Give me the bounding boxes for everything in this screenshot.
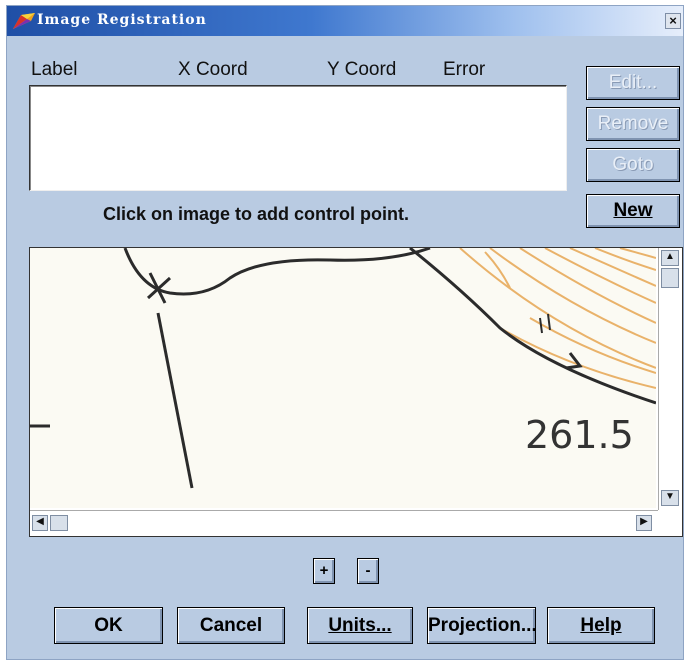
title-bar: Image Registration × <box>7 6 683 36</box>
instruction-text: Click on image to add control point. <box>103 204 410 224</box>
control-point-list[interactable] <box>29 85 567 191</box>
scanned-map-image: 261.5 <box>30 248 656 508</box>
goto-button[interactable]: Goto <box>586 148 680 182</box>
vertical-scrollbar[interactable]: ▲ ▼ <box>658 248 682 510</box>
scroll-right-button[interactable]: ▶ <box>636 515 652 531</box>
cancel-button[interactable]: Cancel <box>177 607 285 644</box>
vertical-scroll-thumb[interactable] <box>661 268 679 288</box>
image-registration-dialog: Image Registration × Label X Coord Y Coo… <box>6 5 684 660</box>
horizontal-scroll-thumb[interactable] <box>50 515 68 531</box>
scroll-up-button[interactable]: ▲ <box>661 250 679 266</box>
column-header-x-coord: X Coord <box>178 59 248 80</box>
new-button[interactable]: New <box>586 194 680 228</box>
remove-button[interactable]: Remove <box>586 107 680 141</box>
image-viewer: 261.5 ▲ ▼ ◀ ▶ <box>29 247 683 537</box>
close-button[interactable]: × <box>665 13 681 29</box>
column-header-error: Error <box>443 59 486 80</box>
elevation-label: 261.5 <box>525 413 634 457</box>
help-button[interactable]: Help <box>547 607 655 644</box>
column-header-label: Label <box>31 59 78 80</box>
projection-button[interactable]: Projection... <box>427 607 536 644</box>
horizontal-scrollbar[interactable]: ◀ ▶ <box>30 510 658 535</box>
zoom-in-button[interactable]: + <box>313 558 335 584</box>
zoom-out-button[interactable]: - <box>357 558 379 584</box>
map-image-canvas[interactable]: 261.5 <box>30 248 656 508</box>
edit-button[interactable]: Edit... <box>586 66 680 100</box>
window-title: Image Registration <box>37 12 207 28</box>
units-button[interactable]: Units... <box>307 607 413 644</box>
column-header-y-coord: Y Coord <box>327 59 397 80</box>
scroll-down-button[interactable]: ▼ <box>661 490 679 506</box>
ok-button[interactable]: OK <box>54 607 163 644</box>
app-logo-icon <box>13 13 35 29</box>
scroll-left-button[interactable]: ◀ <box>32 515 48 531</box>
